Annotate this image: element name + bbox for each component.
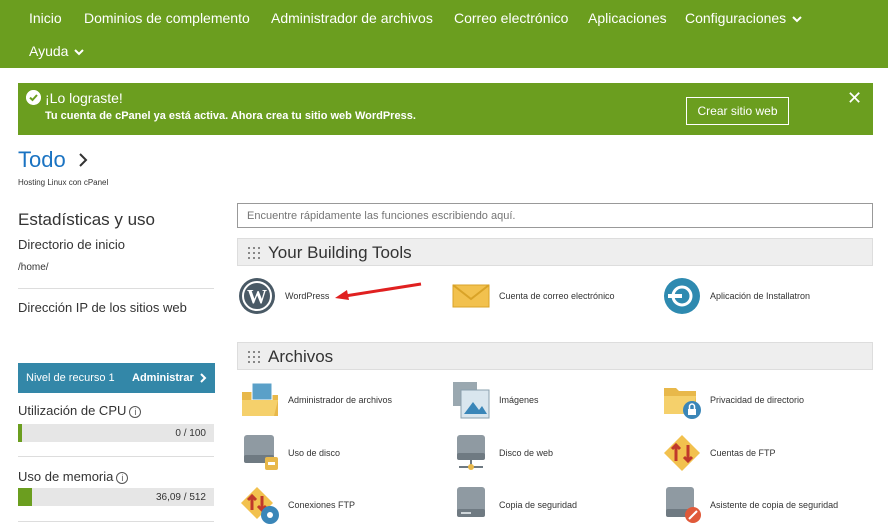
tool-label: Cuenta de correo electrónico [499, 291, 615, 301]
divider [18, 456, 214, 457]
divider [18, 521, 214, 522]
folder-lock-icon [664, 388, 701, 419]
page-title[interactable]: Todo [18, 147, 66, 173]
hosting-subtitle: Hosting Linux con cPanel [18, 178, 109, 187]
info-icon[interactable]: i [129, 405, 142, 418]
envelope-icon [452, 284, 490, 308]
memory-usage-text: Uso de memoria [18, 469, 114, 484]
disk-icon [244, 435, 278, 470]
nav-item-correo[interactable]: Correo electrónico [454, 10, 568, 26]
memory-usage-bar: 36,09 / 512 [18, 488, 214, 506]
nav-item-administrador-archivos[interactable]: Administrador de archivos [271, 10, 433, 26]
tool-label: Aplicación de Installatron [710, 291, 811, 301]
cpu-usage-value: 0 / 100 [175, 428, 206, 439]
search-input[interactable] [237, 203, 873, 228]
memory-usage-value: 36,09 / 512 [155, 492, 206, 503]
tool-label: WordPress [285, 291, 330, 301]
tool-label: Asistente de copia de seguridad [710, 500, 839, 510]
home-directory-value: /home/ [18, 262, 49, 273]
create-site-button[interactable]: Crear sitio web [686, 97, 789, 125]
close-icon[interactable]: ✕ [847, 89, 862, 107]
backup-icon [457, 487, 485, 517]
backup-icon [666, 487, 701, 523]
nav-item-dominios[interactable]: Dominios de complemento [84, 10, 250, 26]
tool-images[interactable]: Imágenes [451, 380, 651, 420]
cpu-usage-bar: 0 / 100 [18, 424, 214, 442]
memory-usage-fill [18, 488, 32, 506]
nav-label-configuraciones: Configuraciones [685, 10, 787, 26]
tool-label: Cuentas de FTP [710, 448, 776, 458]
svg-text:W: W [247, 286, 267, 308]
banner-title: ¡Lo lograste! [45, 90, 123, 106]
divider [18, 288, 214, 289]
resource-level-label: Nivel de recurso 1 [26, 372, 115, 384]
images-icon [453, 382, 490, 419]
nav-item-configuraciones[interactable]: Configuraciones [685, 10, 802, 26]
manage-link[interactable]: Administrar [132, 372, 207, 384]
cpu-usage-fill [18, 424, 22, 442]
chevron-down-icon [792, 16, 802, 23]
ftp-icon [241, 487, 279, 524]
section-archivos[interactable]: Archivos [237, 342, 873, 370]
nav-item-ayuda[interactable]: Ayuda [29, 43, 85, 59]
tool-label: Administrador de archivos [288, 395, 393, 405]
tool-email-account[interactable]: Cuenta de correo electrónico [451, 276, 651, 316]
tool-label: Conexiones FTP [288, 500, 356, 510]
installatron-icon [664, 278, 700, 314]
tool-disk-usage[interactable]: Uso de disco [240, 433, 440, 473]
tool-label: Copia de seguridad [499, 500, 578, 510]
tool-installatron[interactable]: Aplicación de Installatron [662, 276, 862, 316]
nav-item-inicio[interactable]: Inicio [29, 10, 62, 26]
tool-label: Disco de web [499, 448, 554, 458]
manage-link-label: Administrar [132, 372, 194, 384]
disk-icon [457, 435, 485, 470]
tool-backup[interactable]: Copia de seguridad [451, 485, 651, 525]
tool-ftp-accounts[interactable]: Cuentas de FTP [662, 433, 862, 473]
nav-item-aplicaciones[interactable]: Aplicaciones [588, 10, 667, 26]
tool-backup-wizard[interactable]: Asistente de copia de seguridad [662, 485, 862, 525]
chevron-down-icon [74, 49, 85, 56]
grip-icon[interactable] [248, 247, 260, 259]
tool-ftp-connections[interactable]: Conexiones FTP [240, 485, 440, 525]
annotation-arrow-icon [335, 282, 422, 300]
folder-image-icon [242, 382, 278, 416]
cpu-usage-label: Utilización de CPU i [18, 403, 142, 418]
chevron-right-icon [200, 373, 207, 383]
stats-heading: Estadísticas y uso [18, 210, 156, 229]
tool-file-manager[interactable]: Administrador de archivos [240, 380, 440, 420]
grip-icon[interactable] [248, 351, 260, 363]
tool-label: Privacidad de directorio [710, 395, 805, 405]
resource-level-bar: Nivel de recurso 1 Administrar [18, 363, 215, 393]
memory-usage-label: Uso de memoria i [18, 469, 129, 484]
tool-web-disk[interactable]: Disco de web [451, 433, 651, 473]
success-banner: ¡Lo lograste! Tu cuenta de cPanel ya est… [18, 83, 873, 135]
tool-directory-privacy[interactable]: Privacidad de directorio [662, 380, 862, 420]
tool-label: Imágenes [499, 395, 539, 405]
ftp-icon [664, 435, 700, 471]
section-title: Archivos [268, 347, 334, 366]
cpu-usage-text: Utilización de CPU [18, 403, 127, 418]
info-icon[interactable]: i [116, 471, 129, 484]
wordpress-icon: W [239, 278, 275, 314]
banner-message: Tu cuenta de cPanel ya está activa. Ahor… [45, 110, 416, 122]
home-directory-label: Directorio de inicio [18, 237, 125, 252]
check-circle-icon [26, 90, 41, 105]
section-title: Your Building Tools [268, 243, 412, 262]
tool-label: Uso de disco [288, 448, 341, 458]
top-navigation: Inicio Dominios de complemento Administr… [0, 0, 888, 68]
chevron-right-icon[interactable] [78, 152, 88, 168]
section-building-tools[interactable]: Your Building Tools [237, 238, 873, 266]
nav-label-ayuda: Ayuda [29, 43, 69, 59]
ip-address-label: Dirección IP de los sitios web [18, 300, 187, 315]
